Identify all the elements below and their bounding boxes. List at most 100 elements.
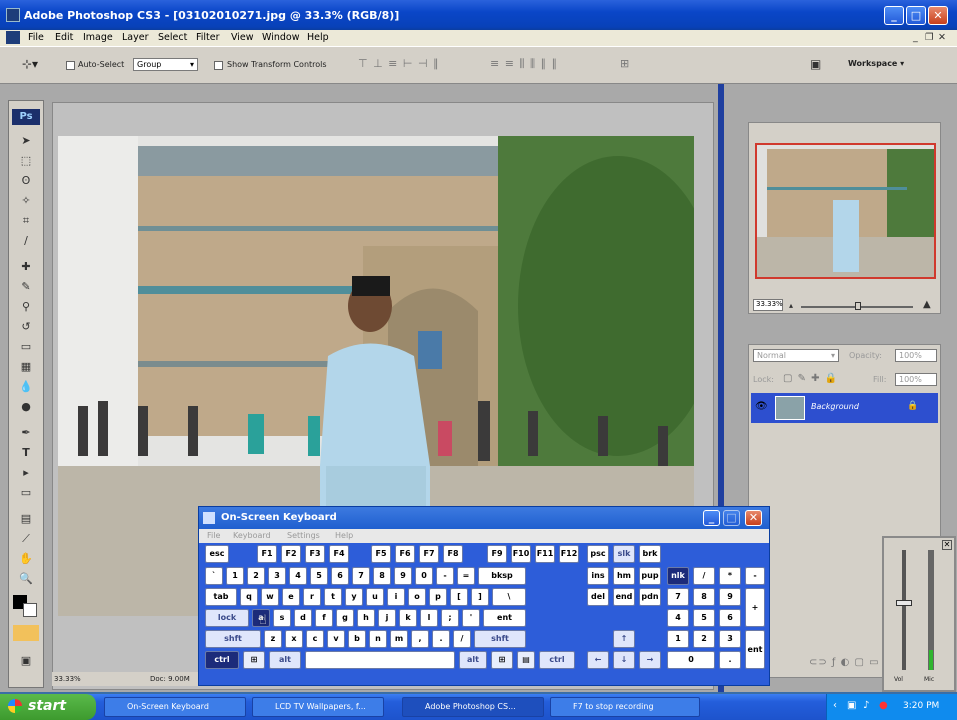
key-5[interactable]: 5: [310, 567, 328, 585]
key-4[interactable]: 4: [289, 567, 307, 585]
key-num-1[interactable]: 1: [667, 630, 689, 648]
task-lcd-tv-wallpapers[interactable]: LCD TV Wallpapers, f...: [252, 697, 384, 717]
move-tool-icon[interactable]: ➤: [13, 131, 39, 150]
key-f3[interactable]: F3: [305, 545, 325, 563]
doc-close-button[interactable]: ✕: [938, 32, 946, 43]
key-t[interactable]: t: [324, 588, 342, 606]
clone-stamp-tool-icon[interactable]: ⚲: [13, 297, 39, 316]
osk-menu-keyboard[interactable]: Keyboard: [233, 531, 271, 540]
key-num-minus[interactable]: -: [745, 567, 765, 585]
menu-select[interactable]: Select: [158, 32, 187, 43]
key-alt-right[interactable]: alt: [459, 651, 487, 669]
type-tool-icon[interactable]: T: [13, 443, 39, 462]
key-o[interactable]: o: [408, 588, 426, 606]
quick-mask-icon[interactable]: [13, 625, 39, 641]
key-home[interactable]: hm: [613, 567, 635, 585]
menu-file[interactable]: File: [28, 32, 44, 43]
osk-minimize-button[interactable]: _: [703, 510, 720, 526]
key-s[interactable]: s: [273, 609, 291, 627]
key-f11[interactable]: F11: [535, 545, 555, 563]
key-w[interactable]: w: [261, 588, 279, 606]
key-num-8[interactable]: 8: [693, 588, 715, 606]
key-3[interactable]: 3: [268, 567, 286, 585]
eraser-tool-icon[interactable]: ▭: [13, 337, 39, 356]
key-psc[interactable]: psc: [587, 545, 609, 563]
key-enter[interactable]: ent: [483, 609, 526, 627]
key-e[interactable]: e: [282, 588, 300, 606]
key-g[interactable]: g: [336, 609, 354, 627]
key-7[interactable]: 7: [352, 567, 370, 585]
ps-menu-icon[interactable]: [6, 31, 20, 44]
key-f[interactable]: f: [315, 609, 333, 627]
dodge-tool-icon[interactable]: ●: [13, 397, 39, 416]
auto-align-icon[interactable]: ⊞: [620, 57, 630, 70]
key-numlock[interactable]: nlk: [667, 567, 689, 585]
key-8[interactable]: 8: [373, 567, 391, 585]
navigator-thumbnail[interactable]: [755, 143, 936, 279]
blend-mode-dropdown[interactable]: Normal ▾: [753, 349, 839, 362]
key-num-plus[interactable]: +: [745, 588, 765, 627]
menu-filter[interactable]: Filter: [196, 32, 220, 43]
osk-maximize-button[interactable]: □: [723, 510, 740, 526]
osk-close-button[interactable]: ✕: [745, 510, 762, 526]
healing-brush-tool-icon[interactable]: ✚: [13, 257, 39, 276]
ps-badge[interactable]: Ps: [12, 109, 40, 125]
menu-layer[interactable]: Layer: [122, 32, 149, 43]
key-f10[interactable]: F10: [511, 545, 531, 563]
key-num-6[interactable]: 6: [719, 609, 741, 627]
key-minus[interactable]: -: [436, 567, 454, 585]
auto-select-dropdown[interactable]: Group ▾: [133, 58, 198, 71]
key-pgup[interactable]: pup: [639, 567, 661, 585]
key-num-5[interactable]: 5: [693, 609, 715, 627]
key-m[interactable]: m: [390, 630, 408, 648]
brush-tool-icon[interactable]: ✎: [13, 277, 39, 296]
menu-view[interactable]: View: [231, 32, 254, 43]
align-icons[interactable]: ⊤ ⊥ ≡ ⊢ ⊣ ∥: [358, 57, 440, 70]
key-n[interactable]: n: [369, 630, 387, 648]
close-button[interactable]: ✕: [928, 6, 948, 25]
key-f8[interactable]: F8: [443, 545, 463, 563]
key-quote[interactable]: ': [462, 609, 480, 627]
mixer-close-icon[interactable]: ✕: [942, 540, 952, 550]
key-p[interactable]: p: [429, 588, 447, 606]
key-rbracket[interactable]: ]: [471, 588, 489, 606]
key-del[interactable]: del: [587, 588, 609, 606]
key-right-arrow[interactable]: →: [639, 651, 661, 669]
task-on-screen-keyboard[interactable]: On-Screen Keyboard: [104, 697, 246, 717]
key-num-multiply[interactable]: *: [719, 567, 741, 585]
path-selection-tool-icon[interactable]: ▸: [13, 463, 39, 482]
osk-menu-settings[interactable]: Settings: [287, 531, 320, 540]
key-0[interactable]: 0: [415, 567, 433, 585]
key-q[interactable]: q: [240, 588, 258, 606]
lock-icons[interactable]: ▢ ✎ ✚ 🔒: [783, 373, 838, 384]
key-f2[interactable]: F2: [281, 545, 301, 563]
history-brush-tool-icon[interactable]: ↺: [13, 317, 39, 336]
key-pgdn[interactable]: pdn: [639, 588, 661, 606]
windows-key-right-icon[interactable]: ⊞: [491, 651, 513, 669]
key-slk[interactable]: slk: [613, 545, 635, 563]
windows-key-icon[interactable]: ⊞: [243, 651, 265, 669]
key-shift-right[interactable]: shft: [474, 630, 526, 648]
zoom-tool-icon[interactable]: 🔍: [13, 569, 39, 588]
key-ins[interactable]: ins: [587, 567, 609, 585]
screen-mode-icon[interactable]: ▣: [13, 651, 39, 670]
key-f7[interactable]: F7: [419, 545, 439, 563]
auto-select-checkbox[interactable]: [66, 61, 75, 70]
key-num-4[interactable]: 4: [667, 609, 689, 627]
palette-well-icon[interactable]: ▣: [810, 57, 821, 71]
key-num-divide[interactable]: /: [693, 567, 715, 585]
key-f5[interactable]: F5: [371, 545, 391, 563]
volume-icon[interactable]: ♪: [863, 700, 869, 711]
gradient-tool-icon[interactable]: ▦: [13, 357, 39, 376]
zoom-level[interactable]: 33.33%: [54, 675, 81, 683]
doc-minimize-button[interactable]: _: [913, 32, 918, 43]
tray-arrow-icon[interactable]: ‹: [833, 700, 837, 711]
distribute-icons[interactable]: ≡ ≡ ⫼ ⫼ ∥ ∥: [490, 57, 558, 71]
key-9[interactable]: 9: [394, 567, 412, 585]
eyedropper-tool-icon[interactable]: ⟋: [13, 529, 39, 548]
key-brk[interactable]: brk: [639, 545, 661, 563]
key-num-0[interactable]: 0: [667, 651, 715, 669]
navigator-zoom-field[interactable]: 33.33%: [753, 299, 783, 311]
key-6[interactable]: 6: [331, 567, 349, 585]
start-button[interactable]: start: [0, 694, 96, 720]
